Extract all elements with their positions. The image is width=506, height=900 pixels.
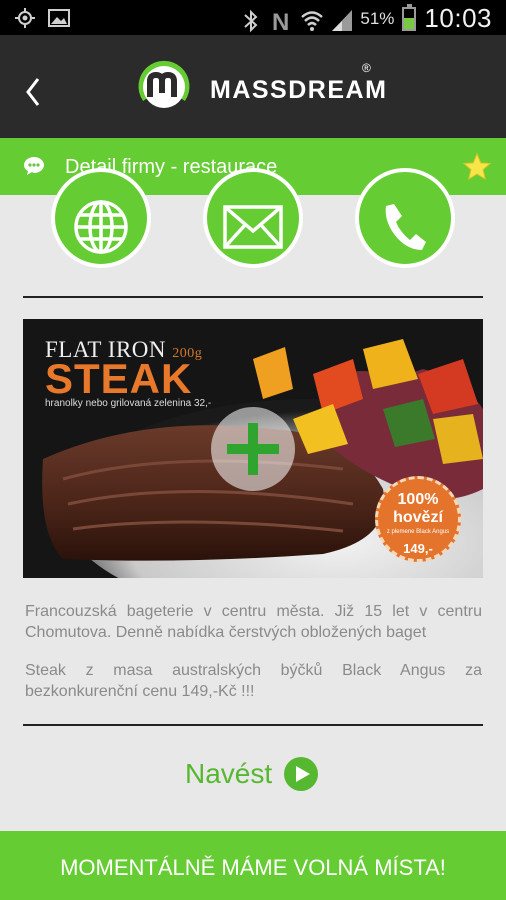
divider bbox=[23, 724, 483, 726]
envelope-icon bbox=[223, 205, 283, 249]
signal-icon bbox=[330, 8, 353, 31]
svg-text:N: N bbox=[272, 9, 289, 34]
promo-subline: hranolky nebo grilovaná zelenina 32,- bbox=[45, 398, 212, 409]
brand-title: MASSDREAM bbox=[210, 76, 388, 104]
battery-icon bbox=[402, 3, 417, 31]
status-bar: N 51% 10:03 bbox=[0, 0, 506, 36]
favorite-button[interactable] bbox=[462, 152, 492, 182]
badge-breed: z plemene Black Angus bbox=[386, 529, 450, 535]
image-icon bbox=[48, 7, 70, 29]
battery-percent: 51% bbox=[360, 8, 395, 28]
badge-price: 149,- bbox=[403, 541, 433, 556]
banner-text: MOMENTÁLNĚ MÁME VOLNÁ MÍSTA! bbox=[60, 855, 446, 880]
nfc-icon: N bbox=[270, 8, 292, 36]
badge-beef: hovězí bbox=[393, 509, 443, 526]
back-button[interactable] bbox=[22, 75, 46, 109]
phone-icon bbox=[385, 204, 426, 251]
vacancy-banner[interactable]: MOMENTÁLNĚ MÁME VOLNÁ MÍSTA! bbox=[0, 831, 506, 900]
navigate-button[interactable]: Navést bbox=[185, 757, 319, 791]
price-badge: 100% hovězí z plemene Black Angus 149,- bbox=[375, 476, 461, 562]
description-paragraph: Steak z masa australských býčků Black An… bbox=[25, 662, 482, 700]
clock: 10:03 bbox=[424, 3, 492, 33]
star-icon bbox=[462, 152, 492, 181]
divider bbox=[23, 296, 483, 298]
email-button[interactable] bbox=[203, 168, 303, 268]
navigate-label: Navést bbox=[185, 758, 273, 789]
app-bar: MASSDREAM ® bbox=[0, 35, 506, 138]
arrow-right-icon bbox=[284, 757, 319, 791]
promo-product: STEAK bbox=[45, 355, 193, 402]
chat-bubble-icon bbox=[24, 157, 44, 175]
bluetooth-icon bbox=[240, 8, 262, 32]
massdream-logo-icon bbox=[136, 59, 192, 115]
wifi-icon bbox=[300, 8, 324, 31]
registered-mark: ® bbox=[362, 61, 371, 75]
chevron-left-icon bbox=[26, 78, 40, 106]
add-plus-button[interactable] bbox=[211, 407, 295, 491]
promo-image: FLAT IRON 200g STEAK hranolky nebo grilo… bbox=[23, 319, 483, 578]
globe-icon bbox=[74, 200, 128, 254]
gps-icon bbox=[14, 7, 36, 29]
phone-button[interactable] bbox=[355, 168, 455, 268]
description-paragraph: Francouzská bageterie v centru města. Ji… bbox=[25, 603, 482, 641]
website-button[interactable] bbox=[51, 168, 151, 268]
badge-percent: 100% bbox=[397, 491, 439, 508]
